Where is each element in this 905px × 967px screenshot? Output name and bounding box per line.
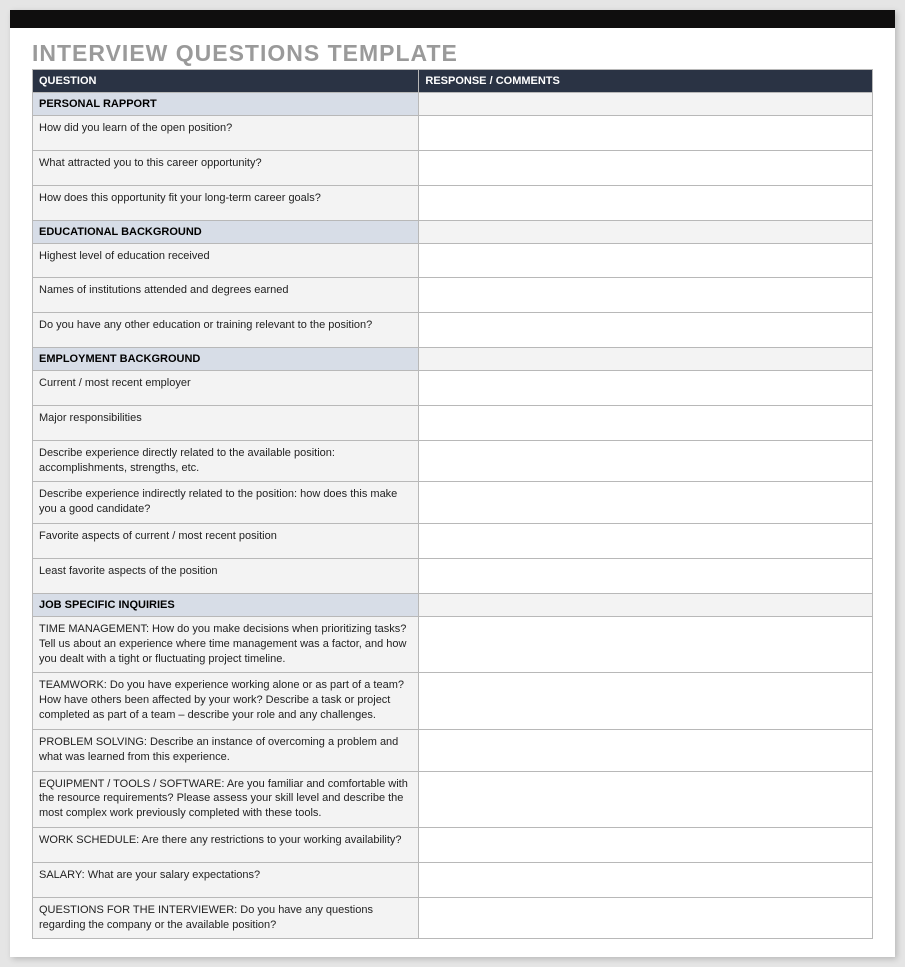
page-title: INTERVIEW QUESTIONS TEMPLATE bbox=[32, 40, 873, 69]
question-text: Do you have any other education or train… bbox=[33, 313, 419, 348]
section-header-row: EDUCATIONAL BACKGROUND bbox=[33, 220, 873, 243]
response-cell[interactable] bbox=[419, 862, 873, 897]
response-cell[interactable] bbox=[419, 116, 873, 151]
response-cell[interactable] bbox=[419, 771, 873, 828]
question-text: Least favorite aspects of the position bbox=[33, 558, 419, 593]
question-row: WORK SCHEDULE: Are there any restriction… bbox=[33, 828, 873, 863]
document-page: INTERVIEW QUESTIONS TEMPLATE QUESTION RE… bbox=[10, 10, 895, 957]
question-text: WORK SCHEDULE: Are there any restriction… bbox=[33, 828, 419, 863]
section-name: JOB SPECIFIC INQUIRIES bbox=[33, 593, 419, 616]
question-row: SALARY: What are your salary expectation… bbox=[33, 862, 873, 897]
question-text: PROBLEM SOLVING: Describe an instance of… bbox=[33, 729, 419, 771]
question-row: How does this opportunity fit your long-… bbox=[33, 185, 873, 220]
top-bar bbox=[10, 10, 895, 28]
response-cell[interactable] bbox=[419, 278, 873, 313]
question-row: Do you have any other education or train… bbox=[33, 313, 873, 348]
question-row: Names of institutions attended and degre… bbox=[33, 278, 873, 313]
question-text: What attracted you to this career opport… bbox=[33, 150, 419, 185]
question-row: How did you learn of the open position? bbox=[33, 116, 873, 151]
question-row: Highest level of education received bbox=[33, 243, 873, 278]
section-response-blank bbox=[419, 593, 873, 616]
question-text: Describe experience directly related to … bbox=[33, 440, 419, 482]
section-name: PERSONAL RAPPORT bbox=[33, 93, 419, 116]
question-row: Current / most recent employer bbox=[33, 371, 873, 406]
question-text: How did you learn of the open position? bbox=[33, 116, 419, 151]
response-cell[interactable] bbox=[419, 405, 873, 440]
question-row: TIME MANAGEMENT: How do you make decisio… bbox=[33, 616, 873, 673]
response-cell[interactable] bbox=[419, 185, 873, 220]
question-text: Describe experience indirectly related t… bbox=[33, 482, 419, 524]
response-cell[interactable] bbox=[419, 828, 873, 863]
question-row: TEAMWORK: Do you have experience working… bbox=[33, 673, 873, 730]
response-cell[interactable] bbox=[419, 243, 873, 278]
header-response: RESPONSE / COMMENTS bbox=[419, 70, 873, 93]
response-cell[interactable] bbox=[419, 313, 873, 348]
question-text: QUESTIONS FOR THE INTERVIEWER: Do you ha… bbox=[33, 897, 419, 939]
document-content: INTERVIEW QUESTIONS TEMPLATE QUESTION RE… bbox=[10, 28, 895, 957]
question-row: PROBLEM SOLVING: Describe an instance of… bbox=[33, 729, 873, 771]
question-row: QUESTIONS FOR THE INTERVIEWER: Do you ha… bbox=[33, 897, 873, 939]
section-response-blank bbox=[419, 220, 873, 243]
response-cell[interactable] bbox=[419, 371, 873, 406]
questions-table: QUESTION RESPONSE / COMMENTS PERSONAL RA… bbox=[32, 69, 873, 939]
section-name: EDUCATIONAL BACKGROUND bbox=[33, 220, 419, 243]
question-text: How does this opportunity fit your long-… bbox=[33, 185, 419, 220]
question-row: Describe experience directly related to … bbox=[33, 440, 873, 482]
response-cell[interactable] bbox=[419, 616, 873, 673]
section-response-blank bbox=[419, 348, 873, 371]
section-header-row: PERSONAL RAPPORT bbox=[33, 93, 873, 116]
question-row: Describe experience indirectly related t… bbox=[33, 482, 873, 524]
header-question: QUESTION bbox=[33, 70, 419, 93]
table-header-row: QUESTION RESPONSE / COMMENTS bbox=[33, 70, 873, 93]
question-text: Major responsibilities bbox=[33, 405, 419, 440]
question-row: Major responsibilities bbox=[33, 405, 873, 440]
question-text: TEAMWORK: Do you have experience working… bbox=[33, 673, 419, 730]
response-cell[interactable] bbox=[419, 558, 873, 593]
response-cell[interactable] bbox=[419, 440, 873, 482]
section-header-row: JOB SPECIFIC INQUIRIES bbox=[33, 593, 873, 616]
response-cell[interactable] bbox=[419, 673, 873, 730]
question-text: TIME MANAGEMENT: How do you make decisio… bbox=[33, 616, 419, 673]
response-cell[interactable] bbox=[419, 150, 873, 185]
section-header-row: EMPLOYMENT BACKGROUND bbox=[33, 348, 873, 371]
question-row: Favorite aspects of current / most recen… bbox=[33, 524, 873, 559]
section-name: EMPLOYMENT BACKGROUND bbox=[33, 348, 419, 371]
question-row: EQUIPMENT / TOOLS / SOFTWARE: Are you fa… bbox=[33, 771, 873, 828]
question-text: SALARY: What are your salary expectation… bbox=[33, 862, 419, 897]
response-cell[interactable] bbox=[419, 729, 873, 771]
section-response-blank bbox=[419, 93, 873, 116]
response-cell[interactable] bbox=[419, 524, 873, 559]
question-text: EQUIPMENT / TOOLS / SOFTWARE: Are you fa… bbox=[33, 771, 419, 828]
response-cell[interactable] bbox=[419, 897, 873, 939]
question-text: Highest level of education received bbox=[33, 243, 419, 278]
response-cell[interactable] bbox=[419, 482, 873, 524]
question-text: Favorite aspects of current / most recen… bbox=[33, 524, 419, 559]
question-text: Current / most recent employer bbox=[33, 371, 419, 406]
question-row: Least favorite aspects of the position bbox=[33, 558, 873, 593]
question-text: Names of institutions attended and degre… bbox=[33, 278, 419, 313]
question-row: What attracted you to this career opport… bbox=[33, 150, 873, 185]
